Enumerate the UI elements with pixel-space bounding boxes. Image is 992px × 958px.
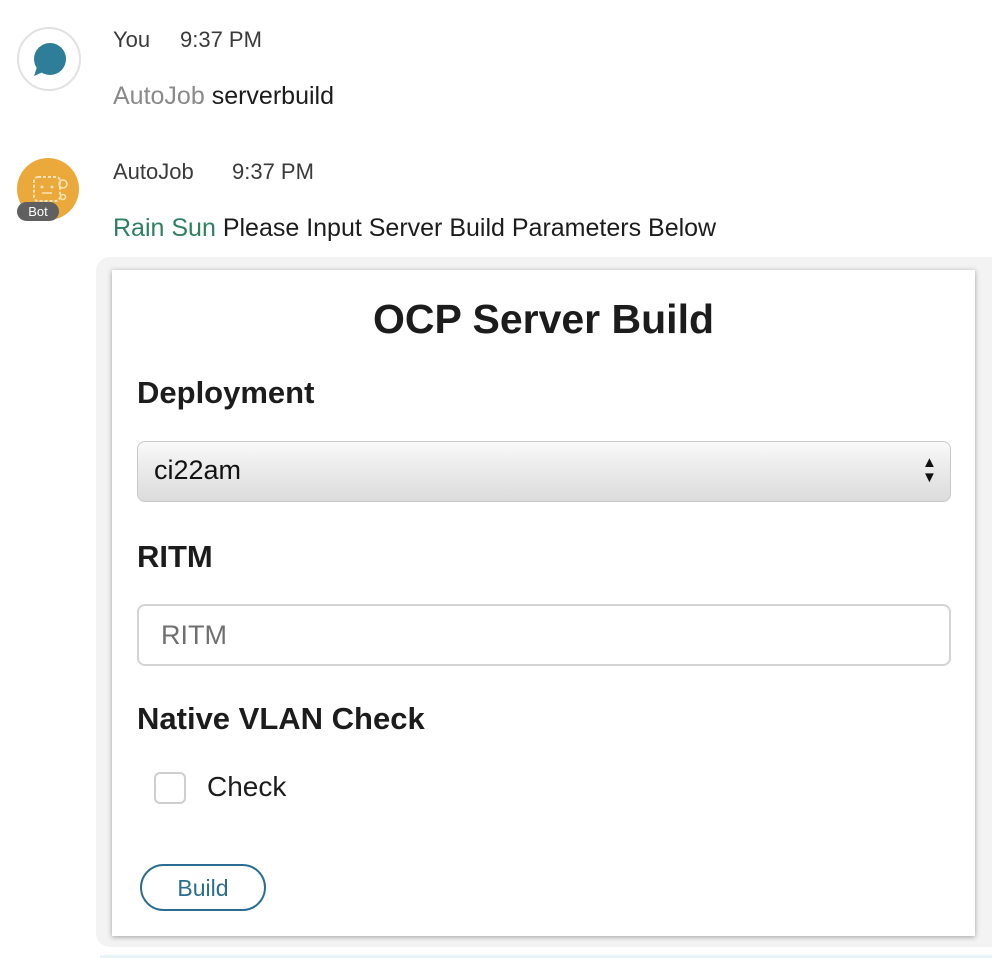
native-vlan-checkbox[interactable] xyxy=(154,772,186,804)
message-body: Rain Sun Please Input Server Build Param… xyxy=(113,214,716,243)
message-body: AutoJob serverbuild xyxy=(113,82,334,111)
user-avatar[interactable] xyxy=(17,27,81,91)
mention-rain-sun[interactable]: Rain Sun xyxy=(113,214,216,242)
form-card xyxy=(112,270,975,936)
deployment-selected-value[interactable]: ci22am xyxy=(154,455,241,486)
message-timestamp[interactable]: 9:37 PM xyxy=(180,27,262,53)
message-author[interactable]: AutoJob xyxy=(113,159,194,185)
select-arrows-icon: ▲ ▼ xyxy=(922,454,937,486)
chat-bubble-icon xyxy=(34,43,66,76)
message-author[interactable]: You xyxy=(113,27,150,53)
mention-autojob[interactable]: AutoJob xyxy=(113,82,205,110)
native-vlan-checkbox-label[interactable]: Check xyxy=(207,771,286,803)
ritm-label: RITM xyxy=(137,539,213,574)
message-text: serverbuild xyxy=(211,82,334,110)
ritm-input[interactable] xyxy=(137,604,951,666)
deployment-select[interactable] xyxy=(137,441,951,502)
message-timestamp[interactable]: 9:37 PM xyxy=(232,159,314,185)
deployment-label: Deployment xyxy=(137,375,315,410)
build-button[interactable]: Build xyxy=(140,864,266,911)
native-vlan-label: Native VLAN Check xyxy=(137,701,425,736)
form-title: OCP Server Build xyxy=(372,296,715,342)
bot-badge: Bot xyxy=(17,202,59,221)
message-text: Please Input Server Build Parameters Bel… xyxy=(222,214,717,242)
